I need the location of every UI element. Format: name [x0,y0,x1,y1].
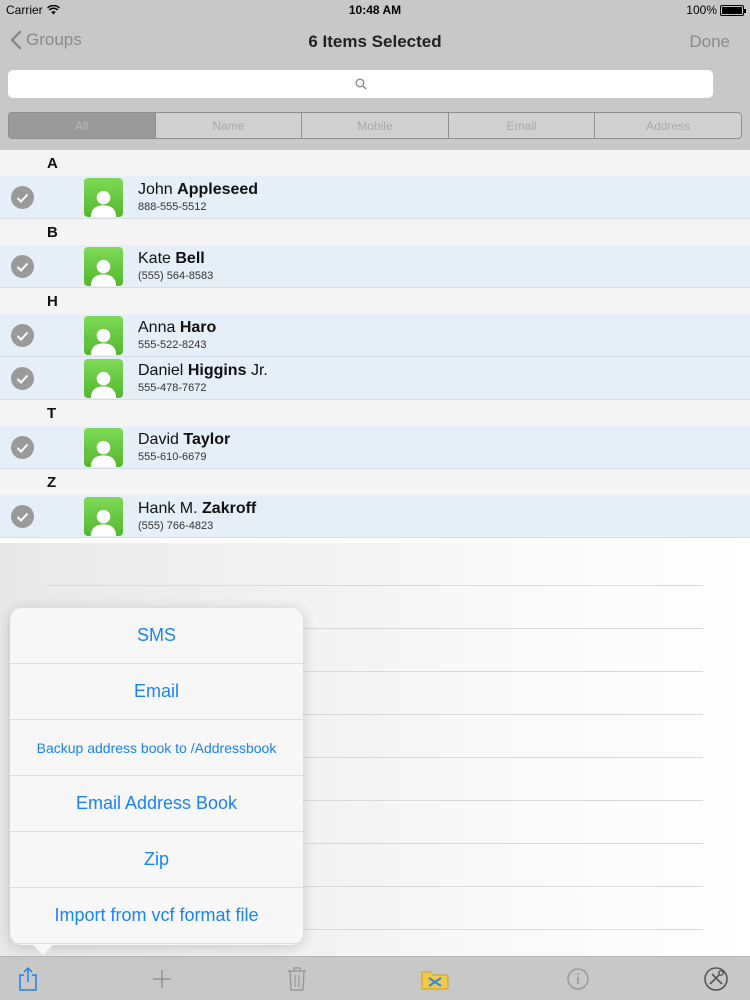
segment-address[interactable]: Address [594,113,741,138]
battery-icon [720,4,746,16]
navigation-bar: Groups 6 Items Selected Done [0,20,750,64]
contact-row[interactable]: Kate Bell (555) 564-8583 [0,245,750,288]
page-title: 6 Items Selected [308,32,442,51]
share-action-popover: SMS Email Backup address book to /Addres… [10,608,303,955]
segment-mobile[interactable]: Mobile [301,113,448,138]
checkmark-icon[interactable] [11,324,34,347]
section-header-h: H [0,288,750,314]
contact-phone: 888-555-5512 [138,201,207,213]
done-button[interactable]: Done [689,32,730,52]
segment-email[interactable]: Email [447,113,595,138]
contact-row[interactable]: Daniel Higgins Jr. 555-478-7672 [0,357,750,400]
contact-avatar-icon [84,497,123,536]
divider [47,585,703,586]
contact-phone: 555-610-6679 [138,451,207,463]
import-vcf-option[interactable]: Import from vcf format file [10,888,303,944]
contact-avatar-icon [84,316,123,355]
filter-segmented-control: All Name Mobile Email Address [8,112,742,139]
contact-name: John Appleseed [138,181,259,198]
battery-percent: 100% [686,3,717,17]
checkmark-icon[interactable] [11,367,34,390]
contact-name: Daniel Higgins Jr. [138,362,268,379]
status-time: 10:48 AM [348,3,402,17]
checkmark-icon[interactable] [11,436,34,459]
contact-name: Anna Haro [138,319,217,336]
search-icon [355,78,366,90]
battery-group: 100% [686,3,746,17]
checkmark-icon[interactable] [11,186,34,209]
zip-option[interactable]: Zip [10,832,303,888]
contact-avatar-icon [84,247,123,286]
section-header-a: A [0,150,750,176]
contact-avatar-icon [84,428,123,467]
bottom-toolbar [0,956,750,1000]
sms-option[interactable]: SMS [10,608,303,664]
contact-phone: (555) 564-8583 [138,270,214,282]
contact-phone: 555-522-8243 [138,339,207,351]
add-icon[interactable] [147,964,177,994]
folder-icon[interactable] [420,964,450,994]
contact-name: Hank M. Zakroff [138,500,257,517]
contact-row[interactable]: Hank M. Zakroff (555) 766-4823 [0,495,750,538]
segment-name[interactable]: Name [154,113,302,138]
contact-name: Kate Bell [138,250,205,267]
contact-row[interactable]: Anna Haro 555-522-8243 [0,314,750,357]
contact-phone: 555-478-7672 [138,382,207,394]
search-input[interactable] [8,70,713,98]
trash-icon[interactable] [282,964,312,994]
contact-row[interactable]: David Taylor 555-610-6679 [0,426,750,469]
settings-icon[interactable] [701,964,731,994]
section-header-b: B [0,219,750,245]
section-header-t: T [0,400,750,426]
checkmark-icon[interactable] [11,505,34,528]
email-address-book-option[interactable]: Email Address Book [10,776,303,832]
section-header-z: Z [0,469,750,495]
popover-arrow [32,944,54,955]
contact-avatar-icon [84,178,123,217]
checkmark-icon[interactable] [11,255,34,278]
search-area: All Name Mobile Email Address [0,64,750,150]
info-icon[interactable] [563,964,593,994]
email-option[interactable]: Email [10,664,303,720]
backup-address-book-option[interactable]: Backup address book to /Addressbook [10,720,303,776]
contact-avatar-icon [84,359,123,398]
contact-phone: (555) 766-4823 [138,520,214,532]
contact-list: A John Appleseed 888-555-5512 B Kate Bel… [0,150,750,538]
contact-name: David Taylor [138,431,231,448]
share-icon[interactable] [13,964,43,994]
contact-row[interactable]: John Appleseed 888-555-5512 [0,176,750,219]
status-bar: Carrier 10:48 AM 100% [0,0,750,20]
segment-all[interactable]: All [9,113,155,138]
